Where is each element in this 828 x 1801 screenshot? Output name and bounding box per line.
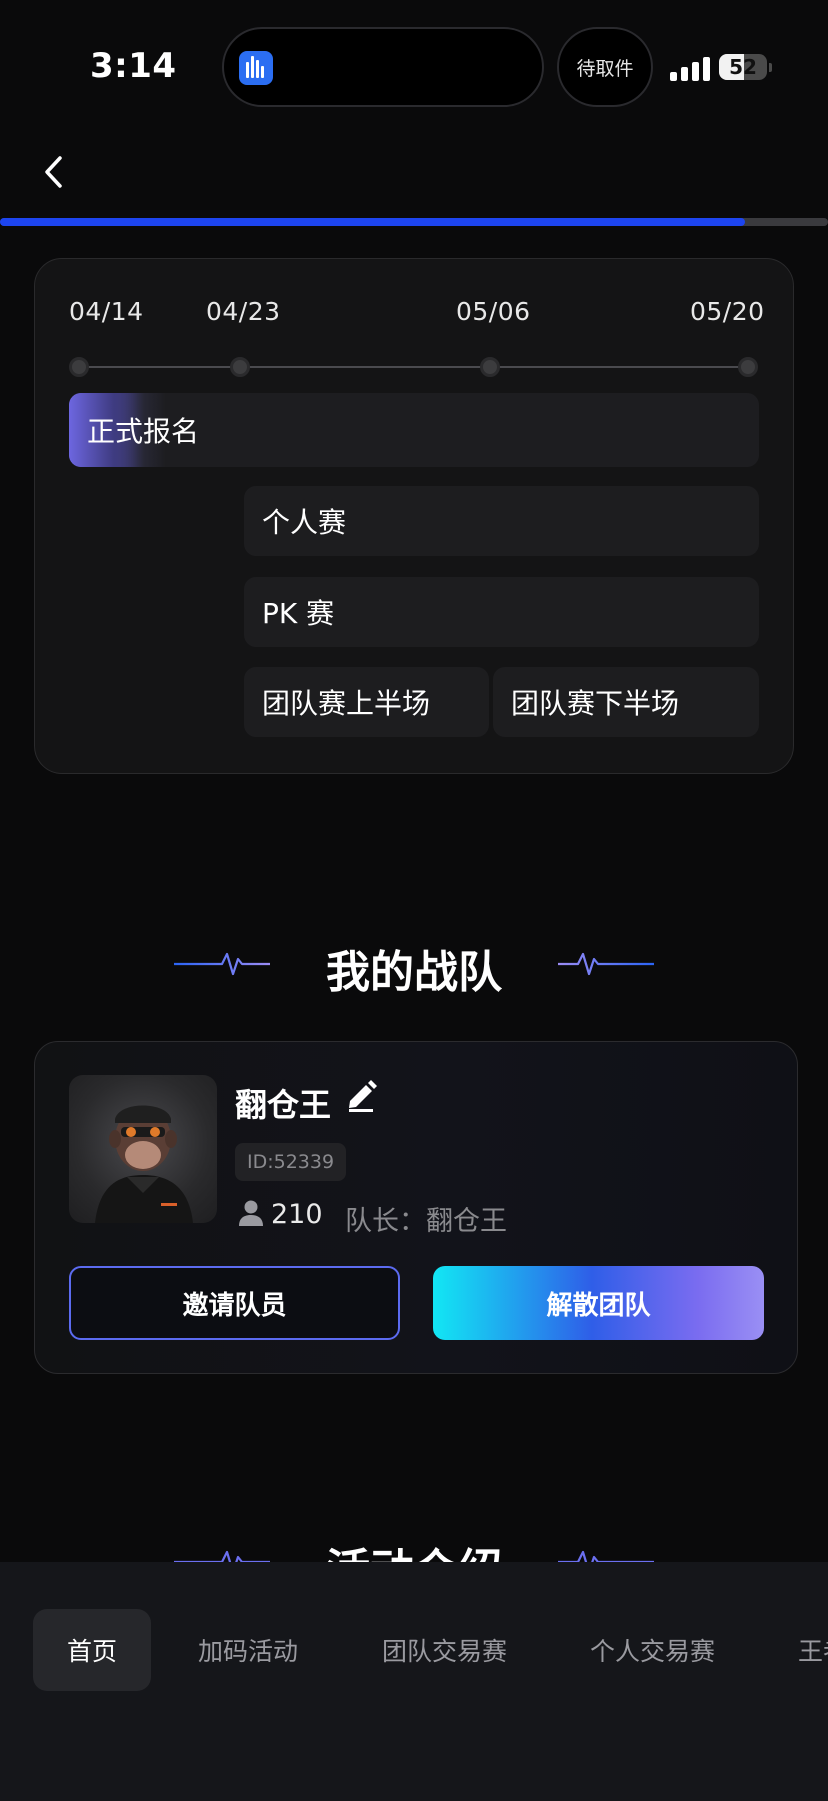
schedule-bar-registration[interactable]: 正式报名 <box>69 393 759 467</box>
schedule-bar-label: 个人赛 <box>262 506 347 539</box>
status-time: 3:14 <box>90 46 177 86</box>
timeline-date: 04/23 <box>206 297 281 326</box>
tab-king[interactable]: 王者 <box>798 1609 828 1691</box>
timeline-dot <box>69 357 89 377</box>
heartbeat-wave-icon <box>558 952 654 976</box>
page-progress-fill <box>0 218 746 226</box>
schedule-bar-team-first-half[interactable]: 团队赛上半场 <box>244 667 489 737</box>
invite-members-button[interactable]: 邀请队员 <box>69 1266 400 1340</box>
schedule-bar-label: 团队赛上半场 <box>262 687 431 720</box>
schedule-bar-team-second-half[interactable]: 团队赛下半场 <box>493 667 759 737</box>
schedule-bar-label: 正式报名 <box>87 415 200 448</box>
disband-team-button[interactable]: 解散团队 <box>433 1266 764 1340</box>
signal-icon <box>670 57 710 81</box>
bottom-tab-bar: 首页 加码活动 团队交易赛 个人交易赛 王者 <box>0 1562 828 1801</box>
team-avatar[interactable] <box>69 1075 217 1223</box>
schedule-bar-individual[interactable]: 个人赛 <box>244 486 759 556</box>
tab-team-trading[interactable]: 团队交易赛 <box>382 1609 507 1691</box>
page: 3:14 待取件 52 04/14 04/23 05/06 05/20 正式报名 <box>0 0 828 1801</box>
team-card: 翻仓王 ID:52339 210 队长：翻仓王 邀请队员 解散团队 <box>34 1041 798 1374</box>
captain-label: 队长： <box>345 1206 426 1237</box>
timeline-date: 05/20 <box>690 297 765 326</box>
team-name: 翻仓王 <box>235 1086 332 1124</box>
dynamic-island[interactable] <box>222 27 544 107</box>
back-button[interactable] <box>36 150 72 194</box>
schedule-bar-label: 团队赛下半场 <box>511 687 680 720</box>
timeline-dot <box>480 357 500 377</box>
schedule-bar-pk[interactable]: PK 赛 <box>244 577 759 647</box>
timeline-date: 04/14 <box>69 297 144 326</box>
my-team-title: 我的战队 <box>326 947 502 998</box>
tab-home[interactable]: 首页 <box>33 1609 152 1691</box>
ape-avatar-icon <box>95 1105 193 1223</box>
captain-info: 队长：翻仓王 <box>345 1199 507 1238</box>
timeline-dot <box>738 357 758 377</box>
team-id-badge: ID:52339 <box>235 1143 347 1181</box>
pickup-pill-label: 待取件 <box>576 57 634 80</box>
app-activity-icon <box>239 51 273 85</box>
schedule-bar-label: PK 赛 <box>262 597 335 630</box>
tab-bonus-activity[interactable]: 加码活动 <box>198 1609 298 1691</box>
page-progress-track <box>0 218 828 226</box>
edit-pencil-icon[interactable] <box>343 1077 379 1113</box>
timeline-line <box>79 366 751 368</box>
battery-level: 52 <box>729 55 757 79</box>
battery-tip <box>769 63 772 72</box>
timeline-dot <box>230 357 250 377</box>
chevron-left-icon <box>45 156 62 188</box>
pickup-pill[interactable]: 待取件 <box>557 27 653 107</box>
member-user-icon <box>239 1200 263 1226</box>
schedule-card: 04/14 04/23 05/06 05/20 正式报名 个人赛 PK 赛 团队… <box>34 258 794 774</box>
timeline-date: 05/06 <box>456 297 531 326</box>
tab-individual-trading[interactable]: 个人交易赛 <box>590 1609 715 1691</box>
battery-icon: 52 <box>719 54 767 80</box>
captain-name: 翻仓王 <box>426 1206 507 1237</box>
member-count: 210 <box>271 1199 323 1230</box>
